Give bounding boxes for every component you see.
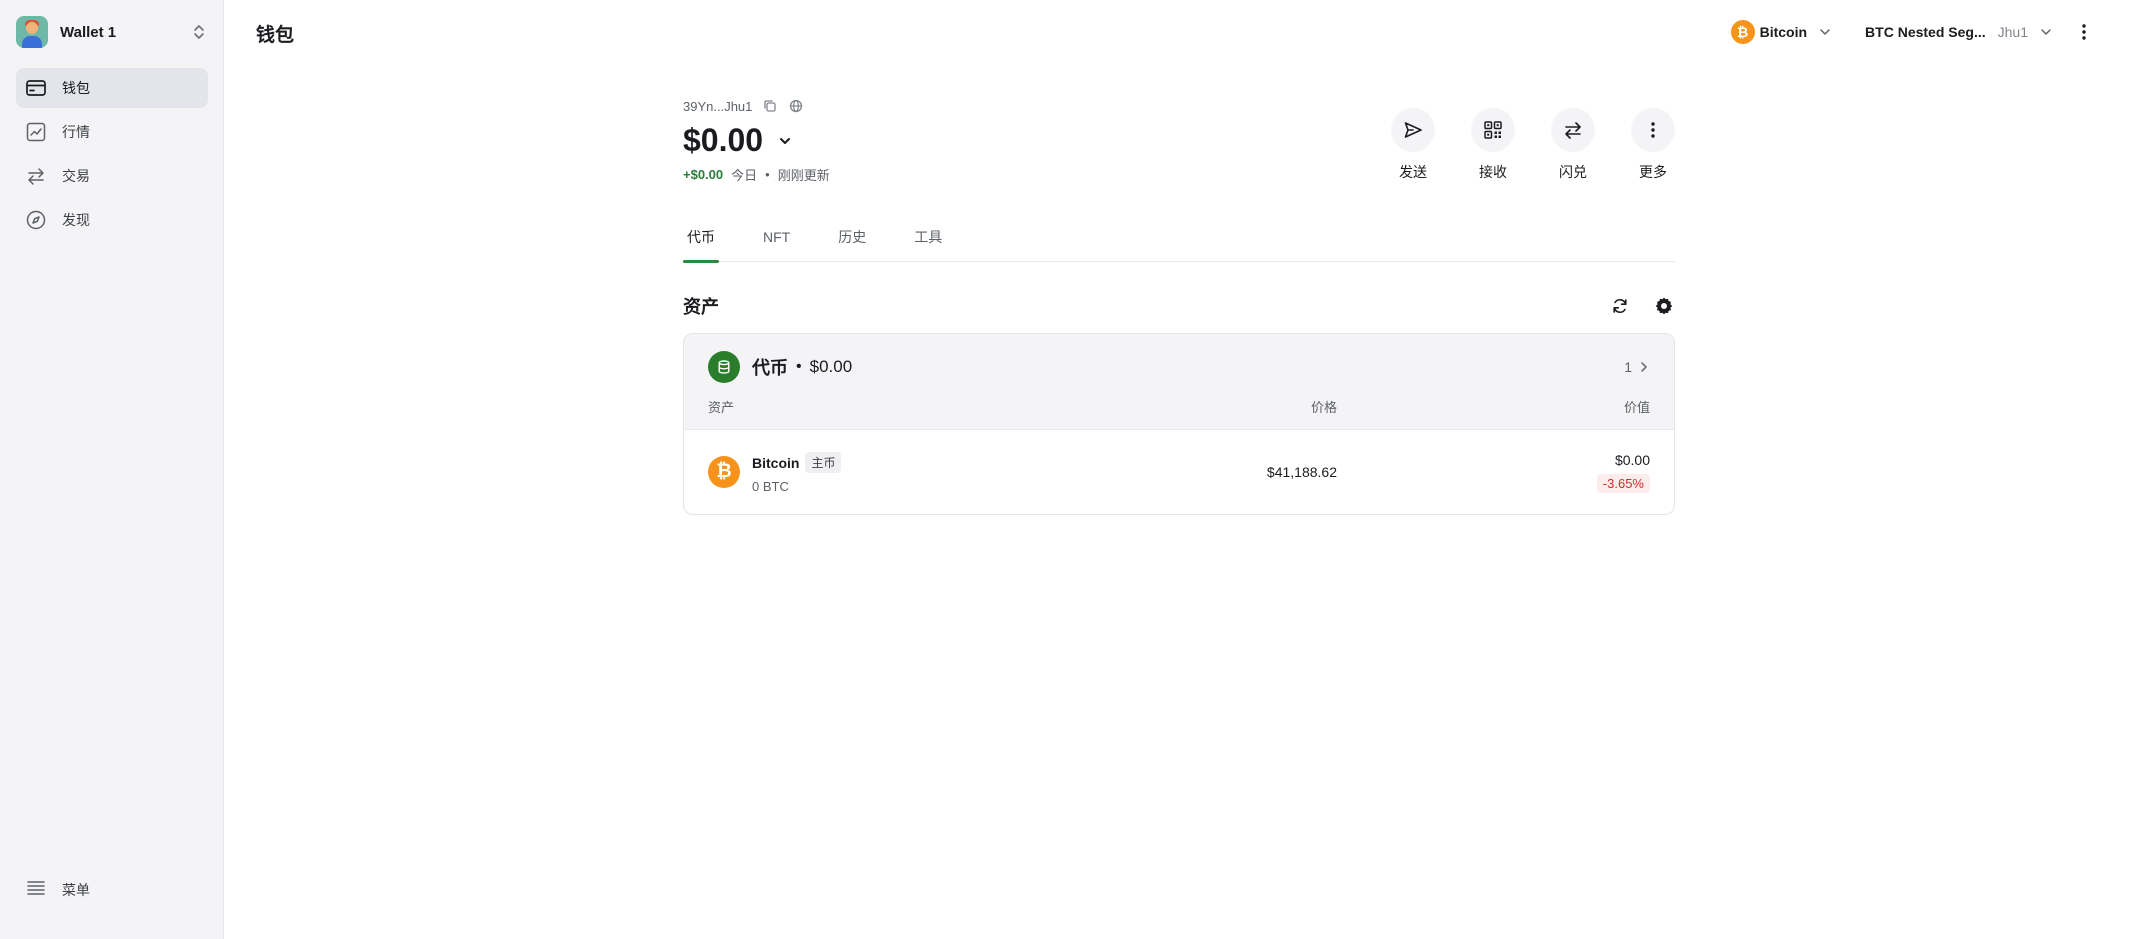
tab-tools[interactable]: 工具: [910, 226, 946, 262]
assets-header: 资产: [683, 292, 1675, 320]
sidebar-item-trade[interactable]: 交易: [16, 156, 208, 196]
token-group-value: $0.00: [809, 357, 853, 376]
explorer-button[interactable]: [788, 98, 804, 114]
sidebar-menu-button[interactable]: 菜单: [16, 870, 208, 910]
chevron-down-icon[interactable]: [777, 133, 793, 149]
account-address: 39Yn...Jhu1: [683, 98, 753, 114]
balance-change-value: +$0.00: [683, 167, 724, 182]
assets-card-header: 代币 • $0.00 1 资产 价格 价值: [684, 334, 1674, 430]
separator: •: [796, 358, 802, 375]
main-content: 39Yn...Jhu1 $0.00 +$0.00 今日 • 刚刚更新 发送 接收: [683, 96, 1675, 515]
asset-name: Bitcoin: [752, 454, 800, 471]
action-label: 更多: [1639, 164, 1667, 180]
database-icon: [708, 351, 740, 383]
swap-icon: [1551, 108, 1595, 152]
copy-address-button[interactable]: [762, 98, 778, 114]
tab-nft[interactable]: NFT: [759, 226, 794, 262]
compass-icon: [25, 209, 47, 231]
action-label: 闪兑: [1559, 164, 1587, 180]
refresh-button[interactable]: [1609, 295, 1631, 317]
token-group-row[interactable]: 代币 • $0.00 1: [708, 351, 1650, 383]
send-icon: [1391, 108, 1435, 152]
swap-button[interactable]: 闪兑: [1551, 108, 1595, 182]
token-group-count: 1: [1624, 359, 1632, 375]
native-coin-badge: 主币: [805, 452, 842, 473]
more-button[interactable]: 更多: [1631, 108, 1675, 182]
menu-label: 菜单: [62, 882, 90, 898]
tab-tokens[interactable]: 代币: [683, 226, 719, 263]
asset-price: $41,188.62: [1266, 464, 1337, 480]
action-label: 发送: [1399, 164, 1427, 180]
gear-icon: [1655, 297, 1673, 315]
assets-card: 代币 • $0.00 1 资产 价格 价值 ₿ Bitcoin 主币 0 BTC…: [683, 333, 1675, 515]
wallet-avatar: [16, 16, 48, 48]
chevron-down-icon: [1820, 29, 1830, 35]
token-group-name: 代币: [752, 358, 788, 378]
account-name: BTC Nested Seg...: [1865, 24, 1986, 40]
more-vertical-icon: [2082, 24, 2086, 40]
last-updated: 刚刚更新: [777, 168, 830, 183]
send-button[interactable]: 发送: [1391, 108, 1435, 182]
action-label: 接收: [1479, 164, 1507, 180]
asset-change-badge: -3.65%: [1596, 474, 1650, 493]
tab-history[interactable]: 历史: [834, 226, 870, 262]
sidebar-item-market[interactable]: 行情: [16, 112, 208, 152]
sidebar-item-wallet[interactable]: 钱包: [16, 68, 208, 108]
sidebar: Wallet 1 钱包 行情 交易 发现 菜单: [0, 0, 224, 939]
more-vertical-icon: [1631, 108, 1675, 152]
swap-arrows-icon: [25, 165, 47, 187]
balance-change-label: 今日: [731, 168, 758, 183]
assets-title: 资产: [683, 297, 719, 317]
wallet-name: Wallet 1: [60, 23, 117, 41]
asset-value: $0.00: [1614, 452, 1650, 468]
chevron-right-icon: [1641, 362, 1647, 372]
sidebar-nav: 钱包 行情 交易 发现: [16, 68, 208, 244]
more-options-button[interactable]: [2074, 22, 2094, 42]
asset-name-cell: Bitcoin 主币: [752, 452, 842, 473]
bitcoin-icon: ₿: [1730, 20, 1755, 44]
table-row[interactable]: ₿ Bitcoin 主币 0 BTC $41,188.62 $0.00 -3.6…: [684, 430, 1674, 514]
network-name: Bitcoin: [1759, 24, 1808, 40]
tab-bar: 代币 NFT 历史 工具: [683, 226, 1675, 263]
column-header-value: 价值: [1623, 400, 1650, 415]
sidebar-item-label: 钱包: [62, 80, 90, 96]
wallet-icon: [25, 77, 47, 99]
column-header-asset: 资产: [708, 400, 735, 415]
sidebar-item-label: 发现: [62, 212, 90, 228]
account-suffix: Jhu1: [1997, 24, 2028, 40]
sidebar-item-label: 行情: [62, 124, 90, 140]
total-balance: $0.00: [683, 122, 764, 158]
network-selector[interactable]: ₿ Bitcoin: [1730, 20, 1831, 44]
qr-code-icon: [1471, 108, 1515, 152]
chart-line-icon: [25, 121, 47, 143]
account-selector[interactable]: BTC Nested Seg... Jhu1: [1865, 24, 2052, 40]
bitcoin-icon: ₿: [708, 456, 740, 488]
sidebar-item-label: 交易: [62, 168, 90, 184]
globe-icon: [790, 99, 803, 113]
chevron-down-icon: [2041, 29, 2051, 35]
column-header-price: 价格: [1310, 400, 1337, 415]
action-bar: 发送 接收 闪兑 更多: [1355, 108, 1675, 182]
sidebar-item-discover[interactable]: 发现: [16, 200, 208, 240]
copy-icon: [764, 100, 777, 112]
asset-table-header: 资产 价格 价值: [708, 397, 1650, 415]
wallet-switcher[interactable]: Wallet 1: [16, 14, 206, 50]
menu-icon: [25, 877, 47, 904]
asset-settings-button[interactable]: [1653, 295, 1675, 317]
receive-button[interactable]: 接收: [1471, 108, 1515, 182]
separator: •: [765, 167, 770, 182]
asset-amount: 0 BTC: [752, 479, 789, 494]
page-title: 钱包: [256, 25, 295, 46]
chevron-up-down-icon: [194, 25, 204, 39]
refresh-icon: [1613, 298, 1627, 314]
topbar-controls: ₿ Bitcoin BTC Nested Seg... Jhu1: [1730, 18, 2094, 46]
